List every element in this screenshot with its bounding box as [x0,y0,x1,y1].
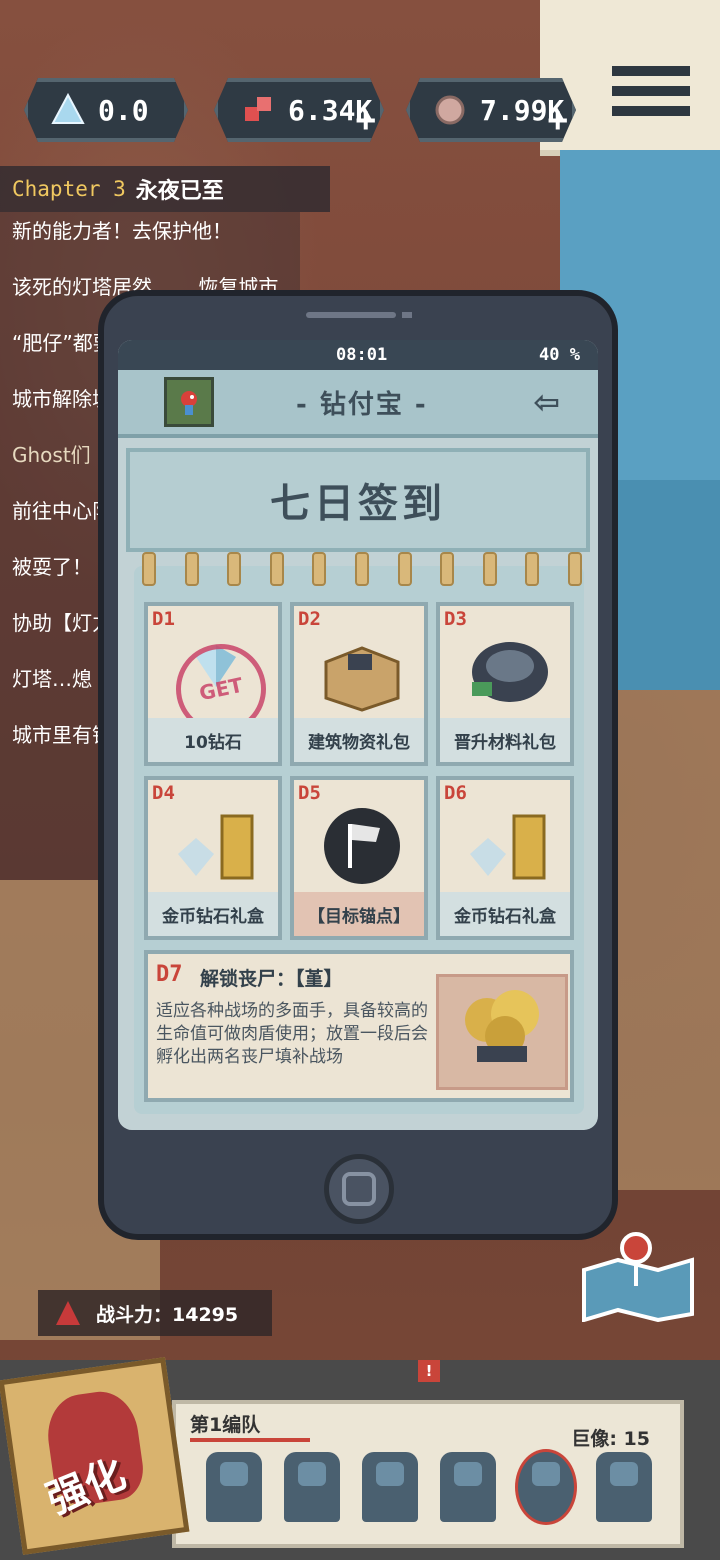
day-label: D1 [152,608,175,630]
reward-label: 10钻石 [148,718,278,762]
app-header: - 钻付宝 - ⇦ [118,370,598,438]
day-label: D7 [156,962,183,987]
home-button[interactable] [324,1154,394,1224]
day-card-5[interactable]: D5 【目标锚点】 [290,776,428,940]
material-icon [240,92,276,128]
team-underline [190,1438,310,1442]
chapter-header: Chapter 3 永夜已至 [0,166,330,212]
team-name: 第1编队 [190,1414,261,1436]
status-battery: 40 % [539,345,580,365]
phone-dialog: 08:01 40 % - 钻付宝 - ⇦ 七日签到 D1 GET 10钻石 D2… [98,290,618,1240]
day7-description: 适应各种战场的多面手，具备较高的生命值可做肉盾使用；放置一段后会孵化出两名丧尸填… [156,1001,428,1067]
day-card-7[interactable]: D7 解锁丧尸：【堇】 适应各种战场的多面手，具备较高的生命值可做肉盾使用；放置… [144,950,574,1102]
material-counter[interactable]: 6.34K + [214,78,384,142]
reward-label: 【目标锚点】 [294,892,424,936]
day-label: D4 [152,782,175,804]
notepad-rings [142,552,582,586]
target-flag-icon [318,804,406,888]
day-card-4[interactable]: D4 金币钻石礼盒 [144,776,282,940]
combat-power: 战斗力：14295 [38,1290,272,1336]
diamond-value: 0.0 [98,93,149,127]
status-bar: 08:01 40 % [118,340,598,370]
sand-path-right [600,690,720,1190]
signin-notepad: D1 GET 10钻石 D2 建筑物资礼包 D3 晋升材料礼包 D4 金币钻石礼… [134,552,584,1114]
phone-screen: 08:01 40 % - 钻付宝 - ⇦ 七日签到 D1 GET 10钻石 D2… [118,340,598,1130]
team-member-avatar[interactable] [362,1452,418,1522]
signin-banner: 七日签到 [126,448,590,552]
parrot-avatar-icon[interactable] [164,377,214,427]
statue-count: 巨像: 15 [571,1428,650,1450]
signin-title: 七日签到 [270,481,446,527]
day7-title: 解锁丧尸：【堇】 [200,968,343,990]
reward-label: 建筑物资礼包 [294,718,424,762]
phone-camera [402,312,412,318]
team-members [206,1452,652,1522]
team-member-avatar[interactable] [518,1452,574,1522]
chapter-number: Chapter 3 [12,177,126,201]
chapter-name: 永夜已至 [135,179,224,204]
day-card-2[interactable]: D2 建筑物资礼包 [290,602,428,766]
supply-box-icon [318,630,406,714]
combat-power-label: 战斗力：14295 [96,1303,239,1326]
map-icon[interactable] [580,1230,696,1323]
back-arrow-icon[interactable]: ⇦ [533,383,560,421]
upgrade-button[interactable]: 强化 [0,1357,190,1555]
add-material-icon[interactable]: + [356,100,376,140]
diamond-counter[interactable]: 0.0 [24,78,188,142]
team-member-avatar[interactable] [596,1452,652,1522]
day-label: D5 [298,782,321,804]
reward-label: 金币钻石礼盒 [440,892,570,936]
team-member-avatar[interactable] [440,1452,496,1522]
warning-icon [56,1301,80,1325]
menu-icon[interactable] [612,66,690,128]
day-card-1[interactable]: D1 GET 10钻石 [144,602,282,766]
zombie-portrait-icon [436,974,568,1090]
day-card-3[interactable]: D3 晋升材料礼包 [436,602,574,766]
team-member-avatar[interactable] [284,1452,340,1522]
diamond-icon [50,92,86,128]
coins-diamonds-icon [464,804,552,888]
team-member-avatar[interactable] [206,1452,262,1522]
notification-badge[interactable]: ! [418,1360,440,1382]
material-pouch-icon [464,630,552,714]
day-label: D6 [444,782,467,804]
quest-item[interactable]: 新的能力者！去保护他！ [0,212,300,268]
reward-label: 金币钻石礼盒 [148,892,278,936]
app-title: - 钻付宝 - [296,389,428,420]
coins-diamonds-icon [172,804,260,888]
coin-counter[interactable]: 7.99K + [406,78,576,142]
team-panel[interactable]: 第1编队 巨像: 15 [172,1400,684,1548]
day-label: D2 [298,608,321,630]
day-card-6[interactable]: D6 金币钻石礼盒 [436,776,574,940]
status-time: 08:01 [336,345,388,365]
reward-label: 晋升材料礼包 [440,718,570,762]
coin-icon [432,92,468,128]
add-coin-icon[interactable]: + [548,100,568,140]
day-label: D3 [444,608,467,630]
phone-speaker [306,312,396,318]
